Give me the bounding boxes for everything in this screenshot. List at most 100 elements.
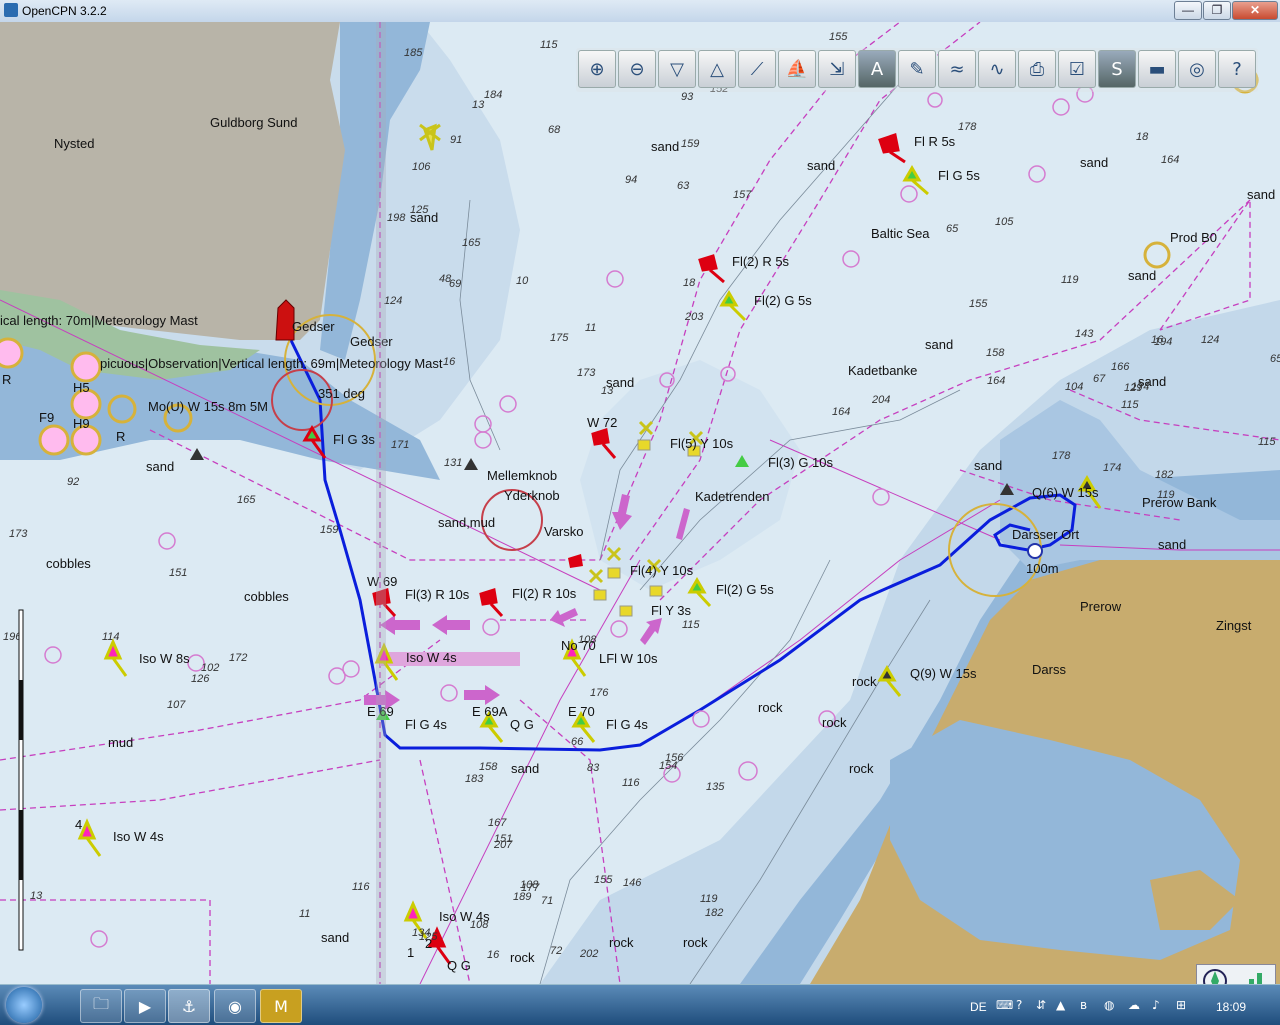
depth-sounding: 159: [681, 138, 699, 150]
maximize-button[interactable]: ❐: [1203, 1, 1231, 20]
rock-label: rock: [849, 761, 874, 776]
close-button[interactable]: ✕: [1232, 1, 1278, 20]
network-icon[interactable]: ⇵: [1036, 998, 1050, 1012]
clock[interactable]: 18:09: [1216, 1000, 1246, 1014]
rock-label: rock: [758, 700, 783, 715]
label-iso-w-8s: Iso W 8s: [139, 651, 190, 666]
depth-sounding: 165: [462, 237, 481, 249]
depth-sounding: 104: [1065, 381, 1083, 393]
print-icon[interactable]: ⎙: [1018, 50, 1056, 88]
label-fl-g-3s: Fl G 3s: [333, 432, 375, 447]
label-lfl-w-10s: LFl W 10s: [599, 651, 658, 666]
explorer-task-icon[interactable]: 🗀: [80, 989, 122, 1023]
depth-sounding: 202: [579, 948, 598, 960]
depth-sounding: 176: [590, 687, 609, 699]
text-icon[interactable]: A: [858, 50, 896, 88]
depth-sounding: 155: [969, 298, 988, 310]
depth-sounding: 66: [571, 736, 584, 748]
depth-sounding: 18: [1136, 131, 1149, 143]
label-mo-u: Mo(U) W 15s 8m 5M: [148, 399, 268, 414]
label-nysted: Nysted: [54, 136, 94, 151]
depth-sounding: 173: [577, 367, 596, 379]
cloud-icon[interactable]: ☁: [1128, 998, 1142, 1012]
bluetooth-icon[interactable]: ʙ: [1080, 998, 1094, 1012]
media-task-icon[interactable]: ▶: [124, 989, 166, 1023]
depth-sounding: 105: [995, 216, 1014, 228]
depth-sounding: 65: [946, 223, 959, 235]
label-q6-w-15s: Q(6) W 15s: [1032, 485, 1099, 500]
nautical-chart[interactable]: Nysted Guldborg Sund Gedser Gedser ical …: [0, 22, 1280, 984]
label-darss: Darss: [1032, 662, 1066, 677]
label-met-mast2: picuous|Observation|Vertical length: 69m…: [100, 356, 443, 371]
label-iso-w-4s: Iso W 4s: [406, 650, 457, 665]
depth-sounding: 124: [1201, 334, 1219, 346]
windows-flag-icon[interactable]: ⊞: [1176, 998, 1190, 1012]
depth-sounding: 115: [1258, 436, 1276, 448]
label-q-g: Q G: [510, 717, 534, 732]
depth-sounding: 175: [550, 332, 569, 344]
depth-sounding: 174: [1103, 462, 1121, 474]
label-n1: 1: [407, 945, 414, 960]
chrome-task-icon[interactable]: ◉: [214, 989, 256, 1023]
route-manager-icon[interactable]: ☑: [1058, 50, 1096, 88]
label-gedser: Gedser: [292, 319, 335, 334]
depth-sounding: 204: [871, 394, 890, 406]
depth-sounding: 108: [520, 879, 539, 891]
depth-sounding: 171: [391, 439, 409, 451]
label-fl2-r-10s: Fl(2) R 10s: [512, 586, 577, 601]
label-kadetbanke: Kadetbanke: [848, 363, 917, 378]
label-h9: H9: [73, 416, 90, 431]
depth-sounding: 184: [484, 89, 502, 101]
depth-sounding: 129: [1124, 382, 1142, 394]
measure-icon[interactable]: ⇲: [818, 50, 856, 88]
label-fl2-r-5s: Fl(2) R 5s: [732, 254, 790, 269]
minimize-button[interactable]: —: [1174, 1, 1202, 20]
current-icon[interactable]: ∿: [978, 50, 1016, 88]
opencpn-task-icon[interactable]: ⚓: [168, 989, 210, 1023]
scale-in-icon[interactable]: ▽: [658, 50, 696, 88]
depth-sounding: 92: [67, 476, 79, 488]
mob-icon[interactable]: ◎: [1178, 50, 1216, 88]
color-scheme-icon[interactable]: ▬: [1138, 50, 1176, 88]
label-fl-g-4s-b: Fl G 4s: [606, 717, 648, 732]
app-task-icon[interactable]: M: [260, 989, 302, 1023]
depth-sounding: 13: [601, 385, 614, 397]
depth-sounding: 156: [665, 752, 684, 764]
route-icon[interactable]: ⟋: [738, 50, 776, 88]
start-button[interactable]: [6, 987, 42, 1023]
ship-icon[interactable]: ⛵: [778, 50, 816, 88]
label-darsser-ort: Darsser Ort: [1012, 527, 1080, 542]
label-fl4-y-10s: Fl(4) Y 10s: [630, 563, 694, 578]
label-fl3-r-10s: Fl(3) R 10s: [405, 587, 470, 602]
zoom-in-icon[interactable]: ⊕: [578, 50, 616, 88]
window-title: OpenCPN 3.2.2: [22, 4, 107, 18]
label-q-g-b: Q G: [447, 958, 471, 973]
zoom-out-icon[interactable]: ⊖: [618, 50, 656, 88]
sand-label: sand: [1158, 537, 1186, 552]
label-h5: H5: [73, 380, 90, 395]
label-zingst: Zingst: [1216, 618, 1252, 633]
volume-icon[interactable]: ♪: [1152, 998, 1166, 1012]
language-indicator[interactable]: DE: [970, 1000, 987, 1014]
chart-canvas[interactable]: Nysted Guldborg Sund Gedser Gedser ical …: [0, 22, 1280, 984]
help-tray-icon[interactable]: ?: [1016, 998, 1030, 1012]
depth-sounding: 131: [444, 457, 462, 469]
scale-bar-segment: [19, 680, 23, 740]
depth-sounding: 16: [1151, 334, 1164, 346]
track-icon[interactable]: S: [1098, 50, 1136, 88]
sand-label: sand: [651, 139, 679, 154]
depth-sounding: 125: [410, 204, 429, 216]
show-hidden-icon[interactable]: ▲: [1056, 998, 1070, 1012]
keyboard-icon[interactable]: ⌨: [996, 998, 1013, 1012]
depth-sounding: 172: [229, 652, 247, 664]
depth-sounding: 11: [299, 908, 310, 920]
depth-sounding: 65: [1270, 353, 1280, 365]
label-fl5-y-10s: Fl(5) Y 10s: [670, 436, 734, 451]
help-icon[interactable]: ?: [1218, 50, 1256, 88]
depth-sounding: 203: [684, 311, 704, 323]
mark-icon[interactable]: ✎: [898, 50, 936, 88]
scale-out-icon[interactable]: △: [698, 50, 736, 88]
alert-tray-icon[interactable]: ◍: [1104, 998, 1118, 1012]
label-n4: 4: [75, 817, 82, 832]
tide-icon[interactable]: ≈: [938, 50, 976, 88]
